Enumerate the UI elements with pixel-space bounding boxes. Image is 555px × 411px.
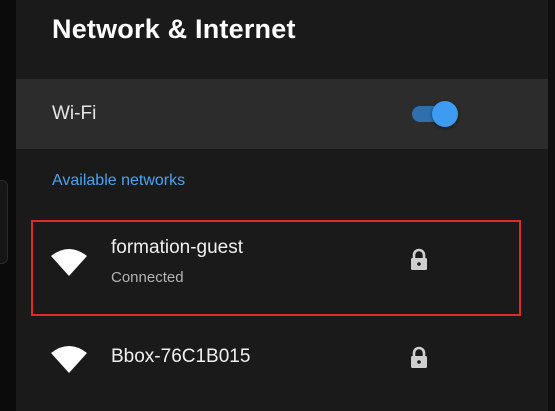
toggle-thumb <box>432 101 458 127</box>
wifi-icon <box>51 249 87 276</box>
right-edge <box>548 0 555 411</box>
page-title: Network & Internet <box>52 14 296 44</box>
wifi-icon <box>51 346 87 373</box>
network-item-formation-guest[interactable]: formation-guest Connected <box>16 220 548 316</box>
wifi-label: Wi-Fi <box>52 103 97 124</box>
wifi-toggle-row[interactable]: Wi-Fi <box>16 79 548 149</box>
network-name: Bbox-76C1B015 <box>111 346 251 367</box>
side-handle[interactable] <box>0 180 8 264</box>
available-networks-header: Available networks <box>52 172 186 189</box>
network-item-bbox[interactable]: Bbox-76C1B015 <box>16 320 548 396</box>
network-status: Connected <box>111 269 184 286</box>
settings-panel: Network & Internet Wi-Fi Available netwo… <box>16 0 548 411</box>
lock-icon <box>411 346 427 368</box>
wifi-toggle[interactable] <box>412 101 460 127</box>
network-name: formation-guest <box>111 237 244 258</box>
lock-icon <box>411 248 427 270</box>
selection-highlight <box>31 220 521 316</box>
